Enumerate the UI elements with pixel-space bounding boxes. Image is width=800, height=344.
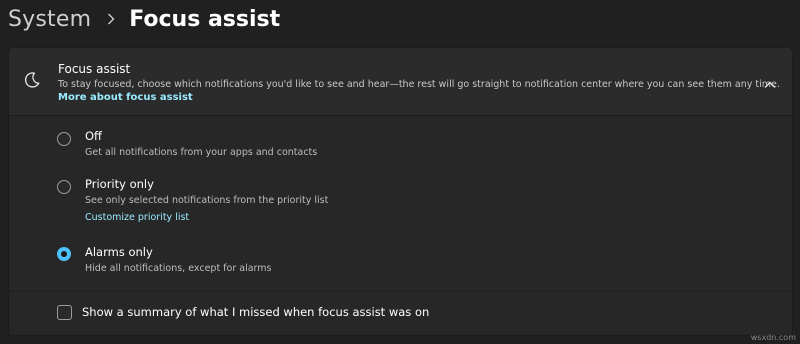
settings-page: System Focus assist Focus assist To stay…: [0, 0, 800, 344]
watermark: wsxdn.com: [750, 333, 796, 342]
option-off-description: Get all notifications from your apps and…: [85, 147, 318, 158]
summary-label: Show a summary of what I missed when foc…: [82, 305, 430, 319]
breadcrumb: System Focus assist: [8, 4, 280, 34]
option-alarms-description: Hide all notifications, except for alarm…: [85, 263, 272, 274]
focus-assist-description: To stay focused, choose which notificati…: [58, 79, 780, 90]
radio-priority-only[interactable]: [57, 180, 71, 194]
summary-checkbox[interactable]: [57, 305, 72, 320]
customize-priority-list-link[interactable]: Customize priority list: [85, 212, 189, 223]
option-priority-description: See only selected notifications from the…: [85, 195, 329, 206]
chevron-right-icon: [107, 13, 115, 25]
option-off-label: Off: [85, 129, 102, 143]
option-alarms-label: Alarms only: [85, 245, 153, 259]
option-priority-label: Priority only: [85, 177, 154, 191]
focus-assist-title: Focus assist: [58, 62, 131, 76]
focus-assist-header[interactable]: Focus assist To stay focused, choose whi…: [9, 48, 792, 116]
chevron-up-icon[interactable]: [763, 75, 777, 88]
focus-assist-options: Off Get all notifications from your apps…: [9, 116, 792, 289]
radio-off[interactable]: [57, 132, 71, 146]
page-title: Focus assist: [129, 6, 281, 32]
summary-setting-row: Show a summary of what I missed when foc…: [9, 290, 792, 335]
more-about-focus-assist-link[interactable]: More about focus assist: [58, 92, 193, 103]
radio-alarms-only[interactable]: [57, 247, 71, 261]
focus-assist-expander: Focus assist To stay focused, choose whi…: [8, 47, 793, 336]
moon-icon: [23, 71, 41, 89]
breadcrumb-system[interactable]: System: [8, 7, 91, 32]
